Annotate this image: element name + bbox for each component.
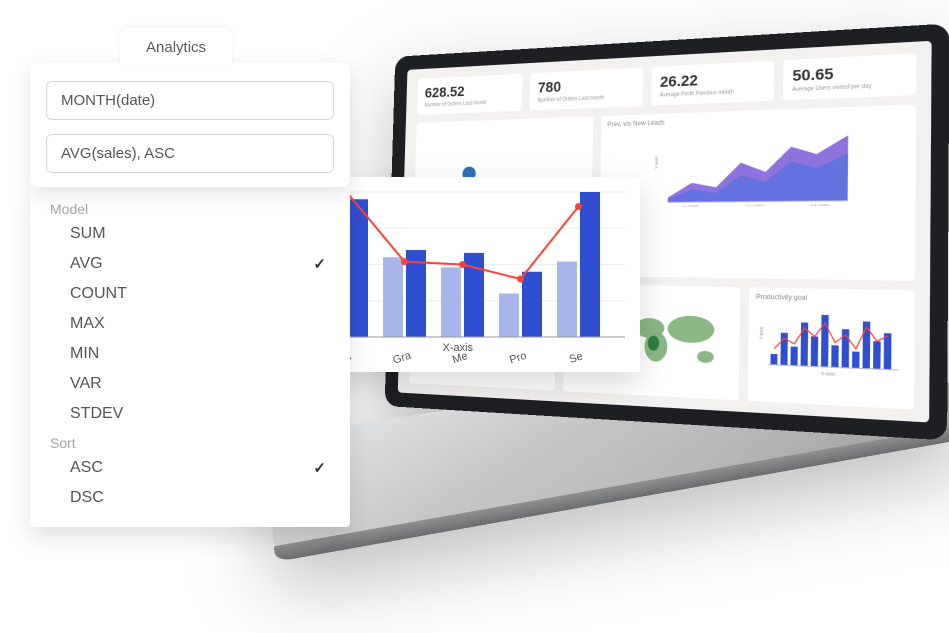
kpi-card: 780Number of Orders Last month xyxy=(529,67,643,110)
section-label-model: Model xyxy=(30,195,350,219)
kpi-value: 628.52 xyxy=(425,80,515,100)
svg-text:X-axis: X-axis xyxy=(443,342,474,354)
dropdown-menu: Model SUM AVG ✓ COUNT MAX MIN VAR STDEV Sort AS… xyxy=(30,185,350,527)
kpi-row: 628.52Number of Orders Last month780Numb… xyxy=(417,53,917,115)
svg-text:jan 1997: jan 1997 xyxy=(743,204,764,208)
kpi-value: 50.65 xyxy=(792,61,906,85)
option-label: STDEV xyxy=(70,405,123,423)
check-icon: ✓ xyxy=(313,459,326,477)
analytics-panel: MONTH(date) AVG(sales), ASC xyxy=(30,63,350,187)
svg-text:jul 1996: jul 1996 xyxy=(680,204,699,207)
tab-label: Analytics xyxy=(146,39,206,56)
option-model-count[interactable]: COUNT xyxy=(30,279,350,309)
area-chart-card: Prev. v/s New Leads Y-axis jul 1996 jan … xyxy=(598,104,916,280)
measure-field[interactable]: AVG(sales), ASC xyxy=(46,134,334,173)
kpi-card: 628.52Number of Orders Last month xyxy=(417,74,523,115)
kpi-label: Number of Orders Last month xyxy=(424,99,514,109)
option-label: DSC xyxy=(70,489,104,507)
prod-card-title: Productivity goal xyxy=(756,294,907,304)
tab-analytics[interactable]: Analytics xyxy=(120,28,232,65)
productivity-card: Productivity goal Y-axis X-axis xyxy=(748,287,915,409)
svg-text:X-axis: X-axis xyxy=(821,370,835,377)
option-sort-asc[interactable]: ASC ✓ xyxy=(30,453,350,483)
measure-value: AVG(sales), ASC xyxy=(61,145,175,162)
option-label: MAX xyxy=(70,315,105,333)
option-model-var[interactable]: VAR xyxy=(30,369,350,399)
option-model-sum[interactable]: SUM xyxy=(30,219,350,249)
option-label: COUNT xyxy=(70,285,127,303)
svg-text:jul 1998: jul 1998 xyxy=(809,203,829,207)
kpi-card: 26.22Average Profit Previous month xyxy=(651,61,774,106)
svg-text:Gra: Gra xyxy=(391,349,413,366)
option-label: VAR xyxy=(70,375,102,393)
section-label-sort: Sort xyxy=(30,429,350,453)
svg-text:Pro: Pro xyxy=(508,350,528,367)
kpi-card: 50.65Average Users visited per day xyxy=(783,53,917,100)
option-model-min[interactable]: MIN xyxy=(30,339,350,369)
option-label: AVG xyxy=(70,255,103,273)
option-label: MIN xyxy=(70,345,99,363)
option-model-max[interactable]: MAX xyxy=(30,309,350,339)
option-model-stdev[interactable]: STDEV xyxy=(30,399,350,429)
svg-text:Y-axis: Y-axis xyxy=(758,327,764,340)
dimension-field[interactable]: MONTH(date) xyxy=(46,81,334,120)
option-label: ASC xyxy=(70,459,103,477)
option-sort-dsc[interactable]: DSC xyxy=(30,483,350,513)
check-icon: ✓ xyxy=(313,255,326,273)
kpi-value: 780 xyxy=(538,74,635,95)
option-model-avg[interactable]: AVG ✓ xyxy=(30,249,350,279)
kpi-label: Number of Orders Last month xyxy=(537,93,634,103)
svg-text:Se: Se xyxy=(568,350,585,366)
dimension-value: MONTH(date) xyxy=(61,92,155,109)
y-axis-label: Y-axis xyxy=(653,156,659,169)
option-label: SUM xyxy=(70,225,106,243)
kpi-value: 26.22 xyxy=(660,68,765,90)
